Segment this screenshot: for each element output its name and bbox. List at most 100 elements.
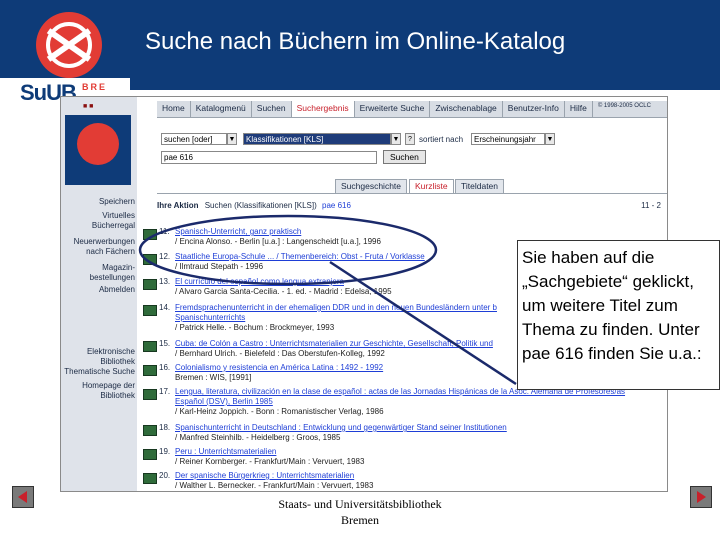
search-input[interactable]: pae 616 (161, 151, 377, 164)
tab-benutzer-info[interactable]: Benutzer-Info (503, 101, 565, 117)
page-indicator: 11 - 2 (641, 201, 661, 210)
result-title[interactable]: Staatliche Europa-Schule ... / Themenber… (175, 252, 425, 261)
chevron-down-icon[interactable]: ▼ (545, 133, 555, 145)
result-title-cont[interactable]: Español (DSV), Berlin 1985 (175, 397, 273, 406)
menu-abmelden[interactable]: Abmelden (99, 285, 135, 295)
result-number: 12. (159, 252, 171, 261)
result-number: 15. (159, 339, 171, 348)
result-title[interactable]: Der spanische Bürgerkrieg : Unterrichtsm… (175, 471, 354, 480)
menu-speichern[interactable]: Speichern (99, 197, 135, 207)
result-number: 14. (159, 303, 171, 312)
footer-line-1: Staats- und Universitätsbibliothek (278, 497, 442, 511)
chevron-down-icon[interactable]: ▼ (227, 133, 237, 145)
book-icon[interactable] (143, 389, 157, 400)
explanation-callout: Sie haben auf die „Sachgebiete“ geklickt… (517, 240, 720, 390)
result-title[interactable]: Colonialismo y resistencia en América La… (175, 363, 383, 372)
action-link[interactable]: pae 616 (322, 201, 351, 210)
book-icon[interactable] (143, 449, 157, 460)
search-button[interactable]: Suchen (383, 150, 426, 164)
menu-virtuelles[interactable]: Virtuelles (102, 211, 135, 221)
menu-neuerwerbungen[interactable]: Neuerwerbungen (74, 237, 135, 247)
book-icon[interactable] (143, 473, 157, 484)
tab-titeldaten[interactable]: Titeldaten (455, 179, 505, 193)
chevron-down-icon[interactable]: ▼ (391, 133, 401, 145)
list-item: 20. Der spanische Bürgerkrieg : Unterric… (139, 471, 667, 491)
result-author: / Ilmtraud Stepath - 1996 (175, 262, 264, 271)
book-icon[interactable] (143, 341, 157, 352)
action-text: Suchen (Klassifikationen [KLS]) (204, 201, 317, 210)
search-form: suchen [oder] ▼ Klassifikationen [KLS] ▼… (157, 127, 667, 171)
menu-homepage-bibliothek[interactable]: Bibliothek (100, 391, 135, 401)
result-author: / Reiner Kornberger. - Frankfurt/Main : … (175, 457, 365, 466)
result-author: / Alvaro Garcia Santa-Cecilia. - 1. ed. … (175, 287, 392, 296)
book-icon[interactable] (143, 365, 157, 376)
footer-text: Staats- und Universitätsbibliothek Breme… (240, 496, 480, 528)
tab-suchergebnis[interactable]: Suchergebnis (291, 101, 355, 117)
tab-zwischenablage[interactable]: Zwischenablage (430, 101, 503, 117)
opac-logo-icon (77, 123, 119, 165)
result-title[interactable]: El currículo del español como lengua ext… (175, 277, 344, 286)
result-author: / Karl-Heinz Joppich. - Bonn : Romanisti… (175, 407, 384, 416)
menu-thematische-suche[interactable]: Thematische Suche (64, 367, 135, 377)
arrow-right-icon (697, 491, 706, 503)
next-slide-button[interactable] (690, 486, 712, 508)
list-item: 18. Spanischunterricht in Deutschland : … (139, 423, 667, 445)
menu-nach-faechern[interactable]: nach Fächern (86, 247, 135, 257)
book-icon[interactable] (143, 229, 157, 240)
sort-select[interactable]: Erscheinungsjahr (471, 133, 545, 145)
result-author: / Bernhard Ulrich. - Bielefeld : Das Obe… (175, 349, 385, 358)
result-number: 11. (159, 227, 170, 236)
slide-title: Suche nach Büchern im Online-Katalog (145, 28, 566, 55)
menu-homepage[interactable]: Homepage der (82, 381, 135, 391)
tab-home[interactable]: Home (157, 101, 191, 117)
menu-elektronische[interactable]: Elektronische (87, 347, 135, 357)
menu-bestellungen[interactable]: bestellungen (90, 273, 135, 283)
result-author: Bremen : WIS, [1991] (175, 373, 252, 382)
tab-erweiterte-suche[interactable]: Erweiterte Suche (355, 101, 431, 117)
search-mode-select[interactable]: suchen [oder] (161, 133, 227, 145)
prev-slide-button[interactable] (12, 486, 34, 508)
opac-nav-bar: Home Katalogmenü Suchen Suchergebnis Erw… (157, 101, 667, 118)
tab-kurzliste[interactable]: Kurzliste (409, 179, 454, 193)
result-number: 16. (159, 363, 171, 372)
list-item: 17. Lengua, literatura, civilización en … (139, 387, 667, 419)
result-author: / Walther L. Bernecker. - Frankfurt/Main… (175, 481, 374, 490)
menu-magazin[interactable]: Magazin- (102, 263, 135, 273)
result-title[interactable]: Fremdsprachenunterricht in der ehemalige… (175, 303, 497, 312)
menu-bibliothek[interactable]: Bibliothek (100, 357, 135, 367)
result-number: 19. (159, 447, 171, 456)
result-number: 18. (159, 423, 171, 432)
result-title[interactable]: Spanisch-Unterricht, ganz praktisch (175, 227, 301, 236)
tab-hilfe[interactable]: Hilfe (565, 101, 593, 117)
book-icon[interactable] (143, 254, 157, 265)
result-title-cont[interactable]: Spanischunterrichts (175, 313, 245, 322)
footer-line-2: Bremen (341, 513, 379, 527)
search-field-select[interactable]: Klassifikationen [KLS] (243, 133, 391, 145)
book-icon[interactable] (143, 305, 157, 316)
language-flags-icon[interactable]: ■ ■ (83, 103, 93, 110)
tab-suchgeschichte[interactable]: Suchgeschichte (335, 179, 408, 193)
menu-buecherregal[interactable]: Bücherregal (92, 221, 135, 231)
result-number: 20. (159, 471, 171, 480)
opac-logo (65, 115, 131, 185)
help-icon[interactable]: ? (405, 133, 415, 145)
action-label: Ihre Aktion (157, 201, 199, 210)
logo-sub-text: BRE (82, 82, 108, 92)
tab-suchen[interactable]: Suchen (252, 101, 292, 117)
result-author: / Patrick Helle. - Bochum : Brockmeyer, … (175, 323, 335, 332)
result-author: / Manfred Steinhilb. - Heidelberg : Groo… (175, 433, 341, 442)
sort-label: sortiert nach (419, 135, 464, 144)
list-item: 19. Peru : Unterrichtsmaterialien / Rein… (139, 447, 667, 469)
result-number: 17. (159, 387, 171, 396)
result-title[interactable]: Peru : Unterrichtsmaterialien (175, 447, 276, 456)
result-number: 13. (159, 277, 171, 286)
arrow-left-icon (18, 491, 27, 503)
result-author: / Encina Alonso. - Berlin [u.a.] : Lange… (175, 237, 381, 246)
result-title[interactable]: Spanischunterricht in Deutschland : Entw… (175, 423, 507, 432)
copyright-text: © 1998-2005 OCLC (597, 103, 651, 109)
result-title[interactable]: Cuba: de Colón a Castro : Unterrichtsmat… (175, 339, 493, 348)
tab-katalogmenue[interactable]: Katalogmenü (191, 101, 252, 117)
book-icon[interactable] (143, 279, 157, 290)
book-icon[interactable] (143, 425, 157, 436)
result-subtabs: Suchgeschichte Kurzliste Titeldaten (157, 179, 667, 194)
